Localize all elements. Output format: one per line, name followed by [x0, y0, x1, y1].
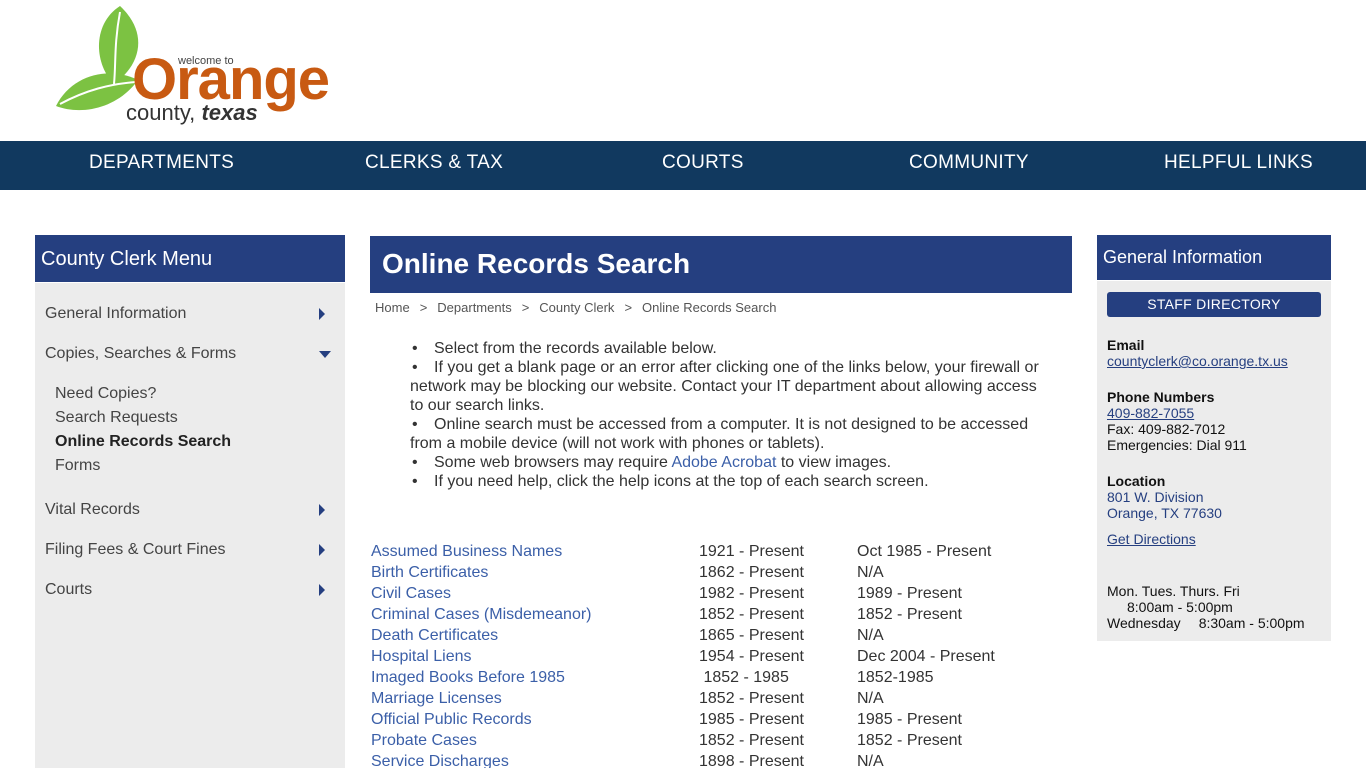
record-range-images: Dec 2004 - Present — [857, 648, 995, 665]
record-range-images: 1989 - Present — [857, 585, 962, 602]
submenu-online-records-search[interactable]: Online Records Search — [55, 433, 231, 451]
record-range-images: 1852 - Present — [857, 606, 962, 623]
submenu-search-requests[interactable]: Search Requests — [55, 409, 178, 427]
table-row: Civil Cases 1982 - Present 1989 - Present — [371, 584, 1071, 605]
record-range-online: 1898 - Present — [699, 753, 804, 768]
adobe-acrobat-link[interactable]: Adobe Acrobat — [671, 454, 776, 471]
menu-vital-records[interactable]: Vital Records — [45, 501, 140, 519]
phone-label: Phone Numbers — [1107, 389, 1215, 405]
menu-filing-fees[interactable]: Filing Fees & Court Fines — [45, 541, 226, 559]
email-label: Email — [1107, 337, 1145, 353]
bullet-item: Select from the records available below. — [410, 339, 1040, 358]
phone-link[interactable]: 409-882-7055 — [1107, 405, 1194, 421]
location-label: Location — [1107, 473, 1166, 489]
breadcrumb-departments[interactable]: Departments — [437, 300, 511, 315]
record-link[interactable]: Marriage Licenses — [371, 689, 502, 708]
record-range-images: Oct 1985 - Present — [857, 543, 992, 560]
bullet-item: If you get a blank page or an error afte… — [410, 358, 1040, 415]
site-header: welcome to Orange county, texas — [0, 0, 1366, 141]
main-nav: DEPARTMENTS CLERKS & TAX COURTS COMMUNIT… — [0, 141, 1366, 190]
record-range-online: 1865 - Present — [699, 627, 804, 644]
record-range-online: 1982 - Present — [699, 585, 804, 602]
record-range-online: 1852 - 1985 — [699, 669, 789, 686]
table-row: Assumed Business Names 1921 - Present Oct … — [371, 542, 1071, 563]
address-line-2[interactable]: Orange, TX 77630 — [1107, 505, 1222, 521]
get-directions-link[interactable]: Get Directions — [1107, 531, 1196, 547]
menu-title: County Clerk Menu — [35, 235, 345, 283]
page-title: Online Records Search — [370, 236, 1072, 293]
record-link[interactable]: Birth Certificates — [371, 563, 488, 582]
record-link[interactable]: Civil Cases — [371, 584, 451, 603]
submenu-need-copies[interactable]: Need Copies? — [55, 385, 156, 403]
record-range-online: 1954 - Present — [699, 648, 804, 665]
table-row: Death Certificates 1865 - Present N/A — [371, 626, 1071, 647]
record-range-images: N/A — [857, 690, 884, 707]
nav-clerks-tax[interactable]: CLERKS & TAX — [365, 141, 503, 190]
chevron-right-icon[interactable] — [319, 504, 325, 516]
hours-wednesday: Wednesday 8:30am - 5:00pm — [1107, 615, 1305, 631]
chevron-right-icon[interactable] — [319, 544, 325, 556]
bullet-item: Some web browsers may require Adobe Acro… — [410, 453, 1040, 472]
records-table: Assumed Business Names 1921 - Present Oct … — [371, 542, 1071, 768]
breadcrumb-county-clerk[interactable]: County Clerk — [539, 300, 614, 315]
breadcrumb-current: Online Records Search — [642, 300, 777, 315]
table-row: Hospital Liens 1954 - Present Dec 2004 - P… — [371, 647, 1071, 668]
record-link[interactable]: Service Discharges — [371, 752, 509, 768]
record-link[interactable]: Criminal Cases (Misdemeanor) — [371, 605, 592, 624]
email-link[interactable]: countyclerk@co.orange.tx.us — [1107, 353, 1288, 369]
record-link[interactable]: Probate Cases — [371, 731, 477, 750]
chevron-right-icon[interactable] — [319, 308, 325, 320]
nav-community[interactable]: COMMUNITY — [909, 141, 1029, 190]
table-row: Imaged Books Before 1985 1852 - 1985 1852… — [371, 668, 1071, 689]
hours-days: Mon. Tues. Thurs. Fri — [1107, 583, 1240, 599]
fax-number: Fax: 409-882-7012 — [1107, 421, 1226, 437]
menu-general-information[interactable]: General Information — [45, 305, 186, 323]
record-range-images: 1985 - Present — [857, 711, 962, 728]
chevron-down-icon[interactable] — [319, 351, 331, 358]
table-row: Birth Certificates 1862 - Present N/A — [371, 563, 1071, 584]
staff-directory-button[interactable]: STAFF DIRECTORY — [1107, 292, 1321, 317]
breadcrumb: Home > Departments > County Clerk > Online Rec… — [375, 300, 777, 315]
nav-courts[interactable]: COURTS — [662, 141, 744, 190]
panel-title: General Information — [1097, 235, 1331, 281]
record-link[interactable]: Assumed Business Names — [371, 542, 562, 561]
address-line-1[interactable]: 801 W. Division — [1107, 489, 1203, 505]
record-range-online: 1852 - Present — [699, 732, 804, 749]
site-logo[interactable]: welcome to Orange county, texas — [52, 4, 352, 132]
table-row: Official Public Records 1985 - Present 198… — [371, 710, 1071, 731]
record-range-images: N/A — [857, 564, 884, 581]
nav-departments[interactable]: DEPARTMENTS — [89, 141, 234, 190]
record-range-online: 1985 - Present — [699, 711, 804, 728]
record-range-images: 1852-1985 — [857, 669, 934, 686]
menu-copies-searches-forms[interactable]: Copies, Searches & Forms — [45, 345, 236, 363]
nav-helpful-links[interactable]: HELPFUL LINKS — [1164, 141, 1313, 190]
record-link[interactable]: Hospital Liens — [371, 647, 472, 666]
chevron-right-icon[interactable] — [319, 584, 325, 596]
general-information-panel: General Information STAFF DIRECTORY Emai… — [1097, 235, 1331, 641]
record-range-online: 1852 - Present — [699, 606, 804, 623]
menu-courts[interactable]: Courts — [45, 581, 92, 599]
bullet-item: If you need help, click the help icons a… — [410, 472, 1040, 491]
table-row: Probate Cases 1852 - Present 1852 - Presen… — [371, 731, 1071, 752]
logo-county-text: county, texas — [126, 100, 258, 125]
record-range-images: N/A — [857, 627, 884, 644]
table-row: Marriage Licenses 1852 - Present N/A — [371, 689, 1071, 710]
instructions-list: Select from the records available below.… — [410, 339, 1040, 491]
record-link[interactable]: Imaged Books Before 1985 — [371, 668, 565, 687]
emergency-number: Emergencies: Dial 911 — [1107, 437, 1247, 453]
hours-time: 8:00am - 5:00pm — [1127, 599, 1233, 615]
breadcrumb-home[interactable]: Home — [375, 300, 410, 315]
county-clerk-menu: County Clerk Menu General Information Co… — [35, 235, 345, 768]
submenu-forms[interactable]: Forms — [55, 457, 100, 475]
record-range-online: 1852 - Present — [699, 690, 804, 707]
table-row: Criminal Cases (Misdemeanor) 1852 - Prese… — [371, 605, 1071, 626]
table-row: Service Discharges 1898 - Present N/A — [371, 752, 1071, 768]
record-link[interactable]: Death Certificates — [371, 626, 498, 645]
record-range-online: 1921 - Present — [699, 543, 804, 560]
record-link[interactable]: Official Public Records — [371, 710, 532, 729]
record-range-images: 1852 - Present — [857, 732, 962, 749]
record-range-online: 1862 - Present — [699, 564, 804, 581]
record-range-images: N/A — [857, 753, 884, 768]
bullet-item: Online search must be accessed from a co… — [410, 415, 1040, 453]
